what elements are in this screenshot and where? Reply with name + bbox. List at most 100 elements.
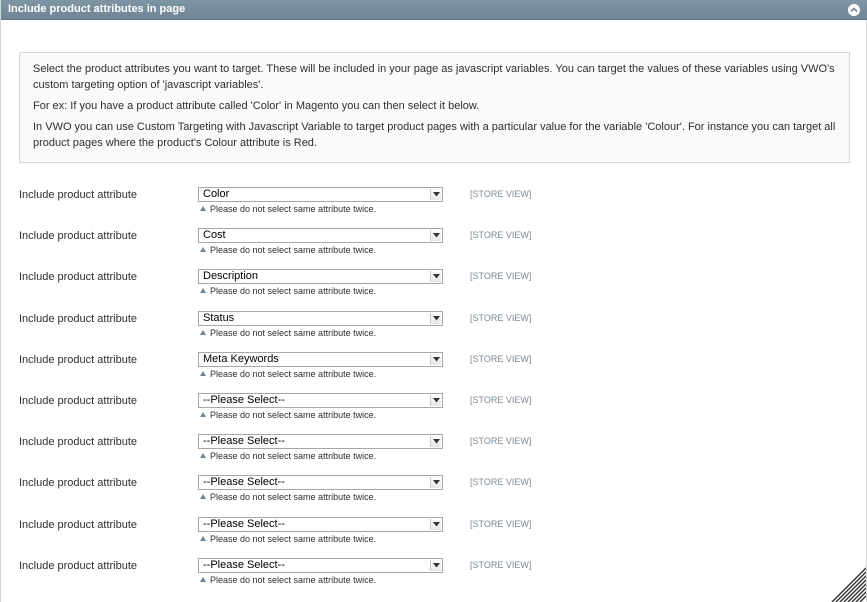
- attribute-select[interactable]: --Please Select--: [198, 475, 443, 491]
- attribute-select[interactable]: --Please Select--: [198, 516, 443, 532]
- notice-text-1: Select the product attributes you want t…: [33, 63, 835, 91]
- attribute-select[interactable]: Color: [198, 187, 443, 202]
- hint-text: Please do not select same attribute twic…: [210, 368, 377, 379]
- hint-text: Please do not select same attribute twic…: [210, 245, 377, 256]
- validation-hint: Please do not select same attribute twic…: [200, 328, 376, 339]
- select-value: --Please Select--: [203, 435, 285, 448]
- attribute-row: Include product attribute Meta Keywords Pl…: [1, 350, 867, 390]
- info-notice: Select the product attributes you want t…: [19, 52, 850, 163]
- scope-label: [STORE VIEW]: [470, 271, 532, 282]
- select-value: Color: [203, 188, 230, 200]
- row-label: Include product attribute: [19, 189, 138, 201]
- select-value: Meta Keywords: [203, 352, 279, 365]
- chevron-down-icon[interactable]: [430, 559, 441, 571]
- hint-text: Please do not select same attribute twic…: [210, 286, 377, 297]
- section-header[interactable]: Include product attributes in page: [1, 0, 867, 20]
- hint-text: Please do not select same attribute twic…: [210, 492, 377, 503]
- scope-label: [STORE VIEW]: [470, 518, 532, 529]
- hint-text: Please do not select same attribute twic…: [210, 533, 377, 544]
- row-label: Include product attribute: [19, 230, 138, 243]
- attribute-row: Include product attribute --Please Select…: [1, 556, 867, 596]
- attribute-select[interactable]: Description: [198, 269, 443, 285]
- select-value: --Please Select--: [203, 558, 285, 571]
- select-value: --Please Select--: [203, 517, 285, 530]
- validation-hint: Please do not select same attribute twic…: [200, 410, 376, 421]
- triangle-up-icon: [200, 370, 206, 376]
- row-label: Include product attribute: [19, 518, 138, 531]
- config-section: Include product attributes in page Selec…: [0, 0, 867, 602]
- scope-label: [STORE VIEW]: [470, 559, 532, 570]
- validation-hint: Please do not select same attribute twic…: [200, 575, 376, 586]
- section-title: Include product attributes in page: [8, 3, 186, 15]
- chevron-down-icon[interactable]: [430, 518, 441, 530]
- scope-label: [STORE VIEW]: [470, 189, 532, 199]
- chevron-down-icon[interactable]: [430, 395, 441, 406]
- chevron-down-icon[interactable]: [430, 230, 441, 242]
- select-value: --Please Select--: [203, 476, 285, 489]
- scope-label: [STORE VIEW]: [470, 230, 532, 241]
- attribute-row: Include product attribute Cost Please do n…: [1, 226, 867, 266]
- chevron-down-icon[interactable]: [430, 477, 441, 489]
- triangle-up-icon: [200, 247, 206, 253]
- scope-label: [STORE VIEW]: [470, 395, 532, 405]
- chevron-down-icon[interactable]: [430, 353, 441, 365]
- chevron-up-icon: [850, 7, 858, 13]
- chevron-down-icon[interactable]: [430, 312, 441, 324]
- attribute-row: Include product attribute --Please Select…: [1, 473, 867, 513]
- validation-hint: Please do not select same attribute twic…: [200, 204, 376, 215]
- triangle-up-icon: [200, 412, 206, 417]
- hint-text: Please do not select same attribute twic…: [210, 410, 377, 420]
- hint-text: Please do not select same attribute twic…: [210, 327, 377, 338]
- validation-hint: Please do not select same attribute twic…: [200, 286, 376, 297]
- triangle-up-icon: [200, 576, 206, 582]
- chevron-down-icon[interactable]: [430, 436, 441, 448]
- triangle-up-icon: [200, 329, 206, 335]
- resize-grip-icon[interactable]: [830, 566, 866, 602]
- notice-text-3: In VWO you can use Custom Targeting with…: [33, 121, 836, 149]
- row-label: Include product attribute: [19, 559, 138, 572]
- attribute-row: Include product attribute Status Please do…: [1, 309, 867, 349]
- chevron-down-icon[interactable]: [430, 189, 441, 200]
- attribute-select[interactable]: --Please Select--: [198, 557, 443, 573]
- validation-hint: Please do not select same attribute twic…: [200, 369, 376, 380]
- attribute-select[interactable]: --Please Select--: [198, 434, 443, 450]
- scope-label: [STORE VIEW]: [470, 477, 532, 488]
- attribute-select[interactable]: Cost: [198, 228, 443, 244]
- collapse-button[interactable]: [848, 4, 860, 16]
- row-label: Include product attribute: [19, 395, 138, 407]
- triangle-up-icon: [200, 494, 206, 500]
- attribute-row: Include product attribute --Please Select…: [1, 432, 867, 472]
- triangle-up-icon: [200, 206, 206, 211]
- select-value: Description: [203, 270, 259, 283]
- row-label: Include product attribute: [19, 436, 138, 449]
- row-label: Include product attribute: [19, 353, 138, 366]
- attribute-row: Include product attribute Description Plea…: [1, 267, 867, 307]
- select-value: Cost: [203, 229, 226, 242]
- attribute-row: Include product attribute --Please Select…: [1, 515, 867, 555]
- triangle-up-icon: [200, 453, 206, 459]
- notice-text-2: For ex: If you have a product attribute …: [33, 100, 480, 112]
- validation-hint: Please do not select same attribute twic…: [200, 492, 376, 503]
- validation-hint: Please do not select same attribute twic…: [200, 451, 376, 462]
- hint-text: Please do not select same attribute twic…: [210, 574, 377, 585]
- row-label: Include product attribute: [19, 312, 138, 325]
- hint-text: Please do not select same attribute twic…: [210, 451, 377, 462]
- scope-label: [STORE VIEW]: [470, 353, 532, 364]
- attribute-row: Include product attribute Color Please do …: [1, 185, 867, 225]
- triangle-up-icon: [200, 288, 206, 294]
- scope-label: [STORE VIEW]: [470, 436, 532, 447]
- chevron-down-icon[interactable]: [430, 271, 441, 283]
- select-value: --Please Select--: [203, 394, 285, 406]
- validation-hint: Please do not select same attribute twic…: [200, 245, 376, 256]
- attribute-select[interactable]: Status: [198, 310, 443, 326]
- select-value: Status: [203, 311, 235, 324]
- attribute-select[interactable]: --Please Select--: [198, 393, 443, 408]
- validation-hint: Please do not select same attribute twic…: [200, 534, 376, 545]
- hint-text: Please do not select same attribute twic…: [210, 204, 377, 214]
- row-label: Include product attribute: [19, 477, 138, 490]
- row-label: Include product attribute: [19, 271, 138, 284]
- scope-label: [STORE VIEW]: [470, 312, 532, 323]
- attribute-select[interactable]: Meta Keywords: [198, 351, 443, 367]
- attribute-row: Include product attribute --Please Select…: [1, 391, 867, 431]
- triangle-up-icon: [200, 535, 206, 541]
